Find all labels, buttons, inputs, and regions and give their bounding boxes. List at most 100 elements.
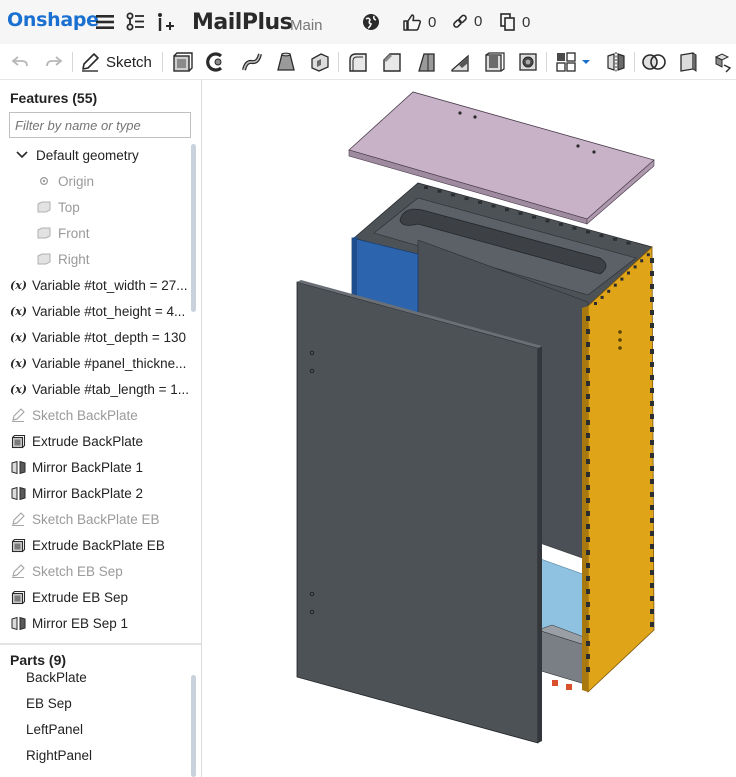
chevron-down-icon[interactable] bbox=[14, 147, 30, 163]
public-globe-icon[interactable] bbox=[360, 11, 382, 33]
part-item[interactable]: BackPlate bbox=[26, 670, 87, 685]
finger-tab bbox=[650, 544, 654, 549]
fillet-icon[interactable] bbox=[346, 50, 370, 74]
draft-icon[interactable] bbox=[414, 50, 438, 74]
feature-item[interactable]: (x) Variable #tot_height = 4... bbox=[0, 298, 196, 324]
split-icon[interactable] bbox=[676, 50, 700, 74]
feature-item[interactable]: Sketch BackPlate EB bbox=[0, 506, 196, 532]
document-title[interactable]: MailPlus bbox=[192, 10, 293, 35]
toolbar-separator bbox=[546, 52, 547, 72]
finger-tab bbox=[650, 258, 654, 263]
copies-count: 0 bbox=[522, 13, 531, 31]
onshape-logo[interactable]: Onshape bbox=[7, 9, 99, 31]
finger-tab bbox=[586, 329, 590, 334]
sweep-icon[interactable] bbox=[240, 50, 264, 74]
right-panel-part[interactable] bbox=[582, 246, 655, 693]
feature-item[interactable]: Extrude BackPlate bbox=[0, 428, 196, 454]
pattern-icon[interactable] bbox=[554, 50, 578, 74]
panel-divider[interactable] bbox=[0, 643, 201, 645]
loft-icon[interactable] bbox=[274, 50, 298, 74]
finger-tab bbox=[586, 459, 590, 464]
feature-item[interactable]: (x) Variable #panel_thickne... bbox=[0, 350, 196, 376]
finger-tab bbox=[437, 189, 442, 193]
boolean-icon[interactable] bbox=[642, 50, 666, 74]
mirror-icon bbox=[10, 459, 26, 475]
feature-item[interactable]: Mirror BackPlate 2 bbox=[0, 480, 196, 506]
exploded-mailbox-model[interactable] bbox=[202, 80, 736, 777]
finger-tab bbox=[586, 433, 590, 438]
finger-tab bbox=[586, 628, 590, 633]
feature-item[interactable]: Mirror EB Sep 1 bbox=[0, 610, 196, 636]
feature-filter-input[interactable] bbox=[9, 112, 191, 138]
feature-item[interactable]: Extrude BackPlate EB bbox=[0, 532, 196, 558]
mirror-icon[interactable] bbox=[604, 50, 628, 74]
sketch-label: Sketch bbox=[106, 53, 152, 71]
finger-tab bbox=[491, 204, 496, 208]
feature-item[interactable]: Mirror BackPlate 1 bbox=[0, 454, 196, 480]
undo-icon[interactable] bbox=[8, 50, 32, 74]
part-item[interactable]: RightPanel bbox=[26, 748, 92, 763]
finger-tab bbox=[650, 297, 654, 302]
chamfer-icon[interactable] bbox=[380, 50, 404, 74]
feature-item[interactable]: Right bbox=[0, 246, 196, 272]
branch-name[interactable]: Main bbox=[290, 17, 323, 34]
shell-icon[interactable] bbox=[482, 50, 506, 74]
feature-item[interactable]: Top bbox=[0, 194, 196, 220]
part-item[interactable]: EB Sep bbox=[26, 696, 72, 711]
transform-icon[interactable] bbox=[710, 50, 734, 74]
parts-header: Parts (9) bbox=[10, 652, 67, 668]
pattern-dropdown-chevron-icon[interactable] bbox=[578, 50, 594, 74]
revolve-icon[interactable] bbox=[204, 50, 228, 74]
finger-tab bbox=[650, 362, 654, 367]
finger-tab bbox=[586, 316, 590, 321]
feature-item[interactable]: (x) Variable #tot_depth = 130 bbox=[0, 324, 196, 350]
finger-tab bbox=[650, 492, 654, 497]
feature-item[interactable]: Front bbox=[0, 220, 196, 246]
feature-item[interactable]: Origin bbox=[0, 168, 196, 194]
rib-icon[interactable] bbox=[448, 50, 472, 74]
svg-text:(x): (x) bbox=[10, 331, 27, 344]
finger-tab bbox=[586, 394, 590, 399]
sketch-button[interactable]: Sketch bbox=[80, 50, 152, 74]
back-plate-door-part[interactable] bbox=[296, 280, 542, 744]
finger-tab bbox=[650, 609, 654, 614]
finger-tab bbox=[650, 388, 654, 393]
finger-tab bbox=[545, 219, 550, 223]
feature-item[interactable]: Mirror EB Sep 2 bbox=[0, 636, 196, 643]
feature-item[interactable]: Sketch BackPlate bbox=[0, 402, 196, 428]
finger-tab bbox=[650, 284, 654, 289]
finger-tab bbox=[650, 271, 654, 276]
finger-tab bbox=[650, 401, 654, 406]
feature-toolbar: Sketch bbox=[0, 44, 736, 80]
redo-icon[interactable] bbox=[42, 50, 66, 74]
extrude-icon[interactable] bbox=[170, 50, 194, 74]
finger-tab bbox=[586, 563, 590, 568]
finger-tab bbox=[586, 667, 590, 672]
finger-tab bbox=[650, 336, 654, 341]
insert-icon[interactable] bbox=[154, 11, 176, 33]
likes-counter[interactable]: 0 bbox=[402, 13, 436, 31]
feature-item-label: Default geometry bbox=[36, 147, 139, 163]
parts-list-scrollbar[interactable] bbox=[191, 675, 196, 777]
feature-item[interactable]: (x) Variable #tab_length = 1... bbox=[0, 376, 196, 402]
feature-item-label: Mirror EB Sep 1 bbox=[32, 615, 129, 631]
feature-item[interactable]: (x) Variable #tot_width = 27... bbox=[0, 272, 196, 298]
finger-tab bbox=[586, 230, 590, 234]
hole-icon[interactable] bbox=[516, 50, 540, 74]
feature-list-icon[interactable] bbox=[124, 11, 146, 33]
feature-list-scrollbar[interactable] bbox=[191, 144, 196, 312]
finger-tab bbox=[532, 215, 536, 219]
finger-tab bbox=[586, 342, 590, 347]
feature-item[interactable]: Sketch EB Sep bbox=[0, 558, 196, 584]
graphics-viewport[interactable] bbox=[202, 80, 736, 777]
feature-item[interactable]: Extrude EB Sep bbox=[0, 584, 196, 610]
feature-item-label: Front bbox=[58, 225, 90, 241]
hamburger-menu-icon[interactable] bbox=[94, 11, 116, 33]
feature-item[interactable]: Default geometry bbox=[0, 142, 196, 168]
copies-counter[interactable]: 0 bbox=[500, 13, 530, 31]
links-counter[interactable]: 0 bbox=[452, 13, 482, 30]
variable-icon: (x) bbox=[10, 355, 28, 371]
link-icon bbox=[453, 14, 467, 28]
thicken-icon[interactable] bbox=[308, 50, 332, 74]
part-item[interactable]: LeftPanel bbox=[26, 722, 83, 737]
